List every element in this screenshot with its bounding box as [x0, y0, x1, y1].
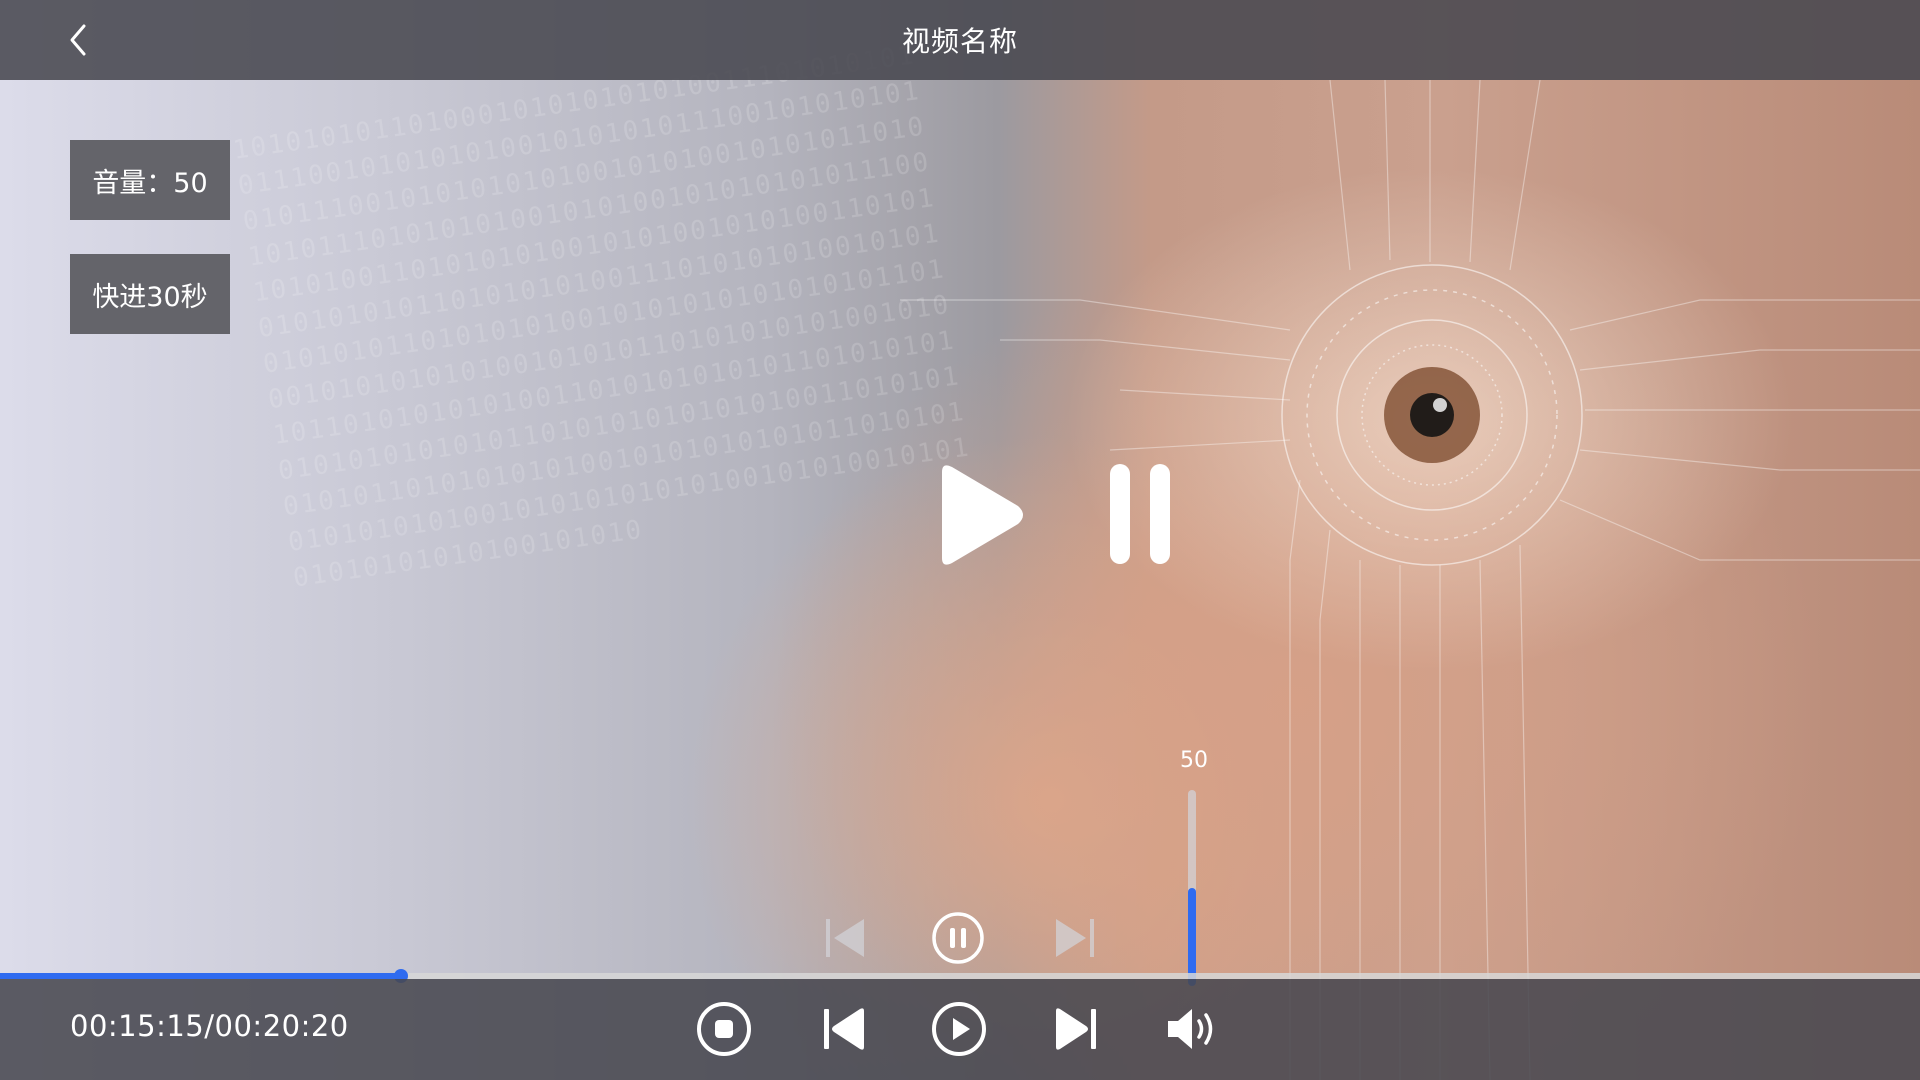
- mini-next-button[interactable]: [1048, 910, 1104, 966]
- bottom-control-bar: 00:15:15/00:20:20: [0, 979, 1920, 1080]
- time-readout: 00:15:15/00:20:20: [70, 1009, 349, 1043]
- video-title: 视频名称: [901, 25, 1018, 58]
- pause-icon: [1110, 464, 1170, 564]
- play-circle-icon: [932, 1002, 986, 1056]
- skip-back-icon: [826, 919, 864, 957]
- top-bar: 视频名称: [0, 0, 1920, 80]
- center-play-button[interactable]: [928, 460, 1028, 570]
- volume-slider-fill: [1188, 888, 1196, 986]
- volume-slider[interactable]: [1188, 790, 1196, 986]
- center-pause-button[interactable]: [1108, 462, 1172, 566]
- skip-forward-icon: [1056, 919, 1094, 957]
- volume-icon: [1168, 1009, 1213, 1049]
- volume-button[interactable]: [1162, 999, 1222, 1059]
- stop-circle-icon: [697, 1002, 751, 1056]
- fast-forward-badge: 快进30秒: [70, 254, 230, 334]
- mini-pause-button[interactable]: [930, 910, 986, 966]
- skip-forward-icon: [1056, 1008, 1096, 1050]
- stop-button[interactable]: [694, 999, 754, 1059]
- play-button[interactable]: [929, 999, 989, 1059]
- chevron-left-icon: [70, 24, 86, 56]
- pause-circle-icon: [932, 912, 984, 964]
- play-icon: [942, 465, 1023, 565]
- previous-button[interactable]: [814, 999, 874, 1059]
- binary-pattern-decoration: 1010101011010001010101010100111010101010…: [231, 40, 973, 594]
- skip-back-icon: [824, 1008, 864, 1050]
- next-button[interactable]: [1046, 999, 1106, 1059]
- mini-prev-button[interactable]: [818, 910, 874, 966]
- volume-badge: 音量：50: [70, 140, 230, 220]
- volume-slider-value: 50: [1180, 748, 1208, 773]
- back-button[interactable]: [56, 18, 100, 62]
